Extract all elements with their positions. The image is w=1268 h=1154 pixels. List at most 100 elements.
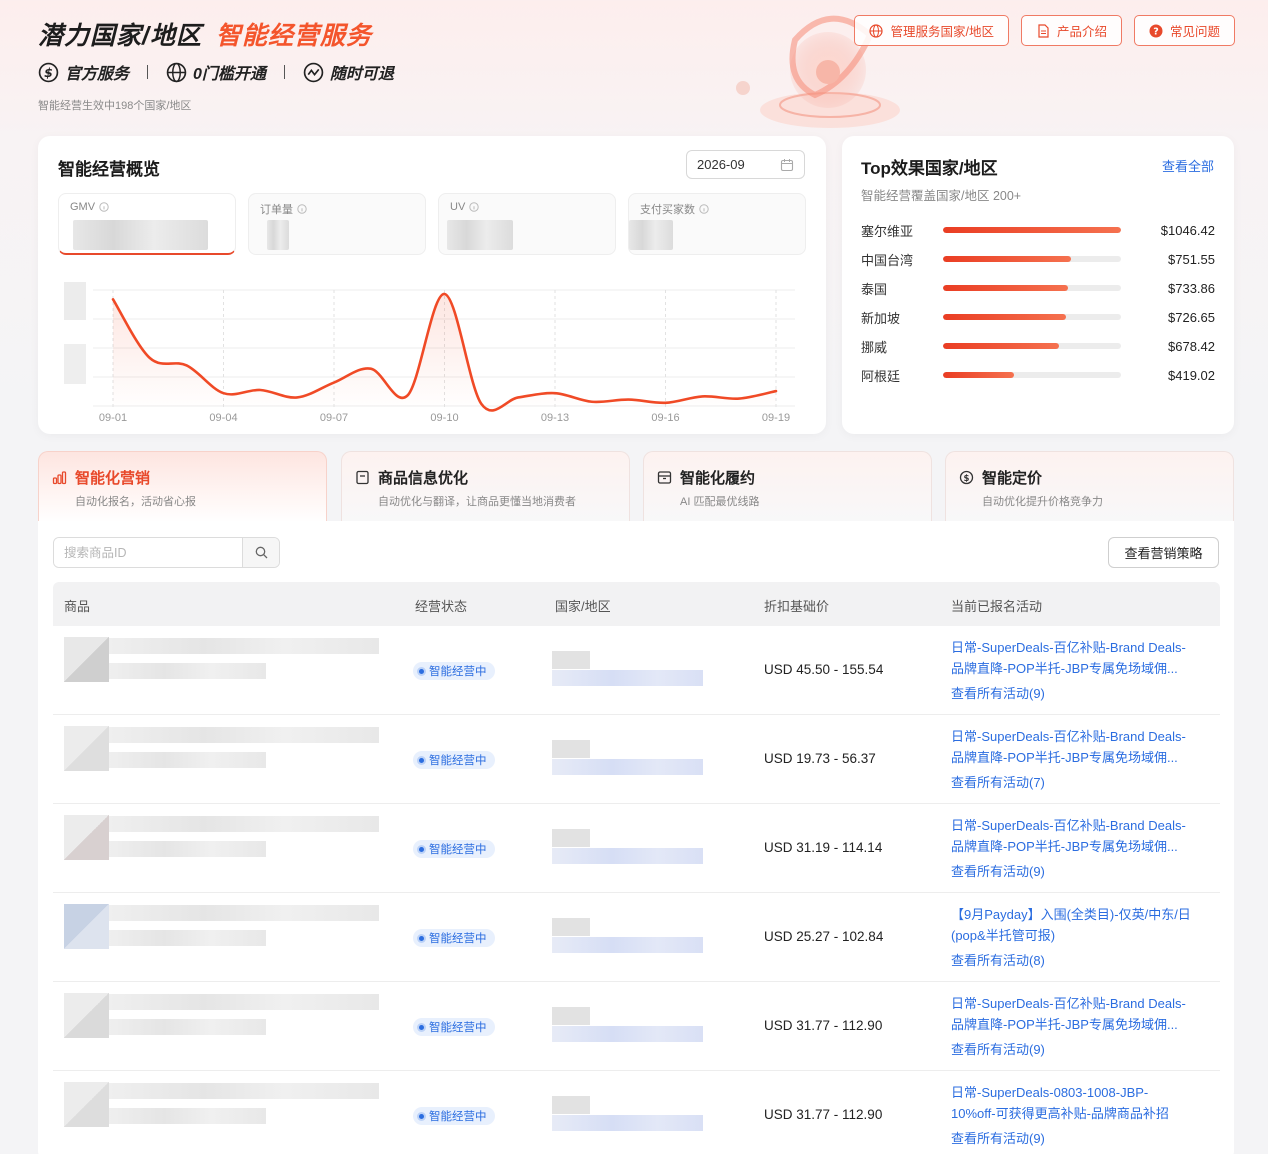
region-flag-blurred: [552, 829, 590, 847]
tab-title: 智能化履约: [657, 467, 755, 488]
data-point[interactable]: [291, 391, 303, 403]
dollar-circle-icon: $: [38, 62, 59, 82]
month-value: 2026-09: [697, 157, 745, 172]
y-axis-label-blurred: [64, 344, 86, 384]
metric-label: UV: [450, 201, 479, 213]
table-row[interactable]: 智能经营中 USD 31.19 - 114.14 日常-SuperDeals-百亿补…: [53, 804, 1220, 893]
activity-name[interactable]: 日常-SuperDeals-百亿补贴-Brand Deals- 品牌直降-POP半…: [951, 815, 1206, 857]
status-label: 智能经营中: [429, 844, 487, 856]
column-header: 商品: [64, 599, 91, 614]
page-title: 潜力国家/地区: [38, 22, 202, 50]
x-tick-label: 09-04: [209, 412, 237, 424]
region-rank-row: 挪威 $678.42: [861, 336, 1215, 356]
status-badge: 智能经营中: [413, 929, 495, 947]
data-point[interactable]: [181, 359, 193, 371]
region-progress-track: [943, 285, 1121, 291]
region-progress-track: [943, 372, 1121, 378]
product-intro-button[interactable]: 产品介绍: [1020, 15, 1122, 46]
metric-buyers[interactable]: 支付买家数: [628, 193, 806, 255]
data-point[interactable]: [586, 396, 598, 408]
data-point[interactable]: [107, 293, 119, 305]
x-tick-label: 09-10: [430, 412, 458, 424]
data-point[interactable]: [144, 352, 156, 364]
region-value: $751.55: [1168, 251, 1215, 267]
table-row[interactable]: 智能经营中 USD 45.50 - 155.54 日常-SuperDeals-百亿补…: [53, 626, 1220, 715]
search-input[interactable]: [54, 538, 242, 567]
tab-description: AI 匹配最优线路: [680, 496, 760, 508]
svg-text:?: ?: [1153, 26, 1159, 37]
product-image-blurred: [64, 904, 109, 949]
view-all-activities-link[interactable]: 查看所有活动(9): [951, 683, 1045, 702]
tab-smart-pricing[interactable]: $ 智能定价 自动优化提升价格竞争力: [945, 451, 1234, 523]
header-actions: 管理服务国家/地区 产品介绍 ? 常见问题: [854, 15, 1235, 46]
table-row[interactable]: 智能经营中 USD 19.73 - 56.37 日常-SuperDeals-百亿补贴…: [53, 715, 1220, 804]
data-point[interactable]: [475, 398, 487, 410]
globe-icon: [166, 62, 187, 82]
tab-smart-marketing[interactable]: 智能化营销 自动化报名，活动省心报: [38, 451, 327, 523]
search-button[interactable]: [242, 538, 279, 567]
product-table-panel: 查看营销策略 商品 经营状态 国家/地区 折扣基础价 当前已报名活动 智能经营中…: [38, 521, 1234, 1154]
button-label: 常见问题: [1169, 25, 1220, 39]
view-all-activities-link[interactable]: 查看所有活动(8): [951, 950, 1045, 969]
status-badge: 智能经营中: [413, 751, 495, 769]
region-name: 中国台湾: [861, 252, 914, 268]
info-icon: [469, 202, 479, 212]
metric-gmv[interactable]: GMV: [58, 193, 236, 255]
activity-name[interactable]: 【9月Payday】入围(全类目)-仅英/中东/日 (pop&半托管可报): [951, 904, 1206, 946]
view-strategy-button[interactable]: 查看营销策略: [1108, 537, 1219, 568]
data-point[interactable]: [439, 288, 451, 300]
column-header: 折扣基础价: [764, 599, 830, 614]
data-point[interactable]: [623, 394, 635, 406]
svg-text:$: $: [44, 65, 53, 80]
table-row[interactable]: 智能经营中 USD 31.77 - 112.90 日常-SuperDeals-百亿补…: [53, 982, 1220, 1071]
view-all-link[interactable]: 查看全部: [1162, 156, 1214, 175]
data-point[interactable]: [402, 389, 414, 401]
status-badge: 智能经营中: [413, 662, 495, 680]
data-point[interactable]: [549, 387, 561, 399]
manage-regions-button[interactable]: 管理服务国家/地区: [854, 15, 1009, 46]
feature-zero-threshold: 0门槛开通: [166, 60, 266, 84]
table-row[interactable]: 智能经营中 USD 31.77 - 112.90 日常-SuperDeals-080…: [53, 1071, 1220, 1154]
chart-bars-icon: [52, 471, 67, 485]
view-all-activities-link[interactable]: 查看所有活动(9): [951, 1128, 1045, 1147]
active-region-note: 智能经营生效中198个国家/地区: [38, 100, 192, 112]
activity-line: 品牌直降-POP半托-JBP专属免场域佣...: [951, 839, 1178, 854]
product-id-blurred: [109, 930, 266, 946]
feature-list: $ 官方服务 0门槛开通 随时可退: [38, 60, 394, 84]
region-value: $726.65: [1168, 309, 1215, 325]
faq-button[interactable]: ? 常见问题: [1133, 15, 1235, 46]
data-point[interactable]: [254, 384, 266, 396]
x-tick-label: 09-13: [541, 412, 569, 424]
data-point[interactable]: [218, 387, 230, 399]
view-all-activities-link[interactable]: 查看所有活动(7): [951, 772, 1045, 791]
activity-name[interactable]: 日常-SuperDeals-0803-1008-JBP- 10%off-可获得更高…: [951, 1082, 1206, 1124]
top-regions-subtitle: 智能经营覆盖国家/地区 200+: [861, 189, 1022, 203]
data-point[interactable]: [660, 397, 672, 409]
tab-fulfillment[interactable]: 智能化履约 AI 匹配最优线路: [643, 451, 932, 523]
overview-title: 智能经营概览: [58, 160, 160, 179]
activity-name[interactable]: 日常-SuperDeals-百亿补贴-Brand Deals- 品牌直降-POP半…: [951, 726, 1206, 768]
data-point[interactable]: [733, 393, 745, 405]
data-point[interactable]: [770, 385, 782, 397]
product-title-blurred: [109, 994, 379, 1010]
view-all-activities-link[interactable]: 查看所有活动(9): [951, 1039, 1045, 1058]
status-badge: 智能经营中: [413, 1018, 495, 1036]
data-point[interactable]: [365, 363, 377, 375]
activity-name[interactable]: 日常-SuperDeals-百亿补贴-Brand Deals- 品牌直降-POP半…: [951, 637, 1206, 679]
data-point[interactable]: [328, 377, 340, 389]
view-all-activities-link[interactable]: 查看所有活动(9): [951, 861, 1045, 880]
region-progress-fill: [943, 314, 1066, 320]
info-icon: [99, 202, 109, 212]
tab-label: 智能定价: [982, 470, 1043, 487]
table-row[interactable]: 智能经营中 USD 25.27 - 102.84 【9月Payday】入围(全类目)…: [53, 893, 1220, 982]
activity-name[interactable]: 日常-SuperDeals-百亿补贴-Brand Deals- 品牌直降-POP半…: [951, 993, 1206, 1035]
activity-line: 10%off-可获得更高补贴-品牌商品补招: [951, 1106, 1169, 1121]
button-label: 产品介绍: [1056, 25, 1107, 39]
metric-orders[interactable]: 订单量: [248, 193, 426, 255]
month-picker[interactable]: 2026-09: [686, 150, 805, 179]
metric-uv[interactable]: UV: [438, 193, 616, 255]
tab-product-info[interactable]: 商品信息优化 自动优化与翻译，让商品更懂当地消费者: [341, 451, 630, 523]
data-point[interactable]: [512, 391, 524, 403]
data-point[interactable]: [696, 390, 708, 402]
box-icon: [657, 471, 672, 484]
